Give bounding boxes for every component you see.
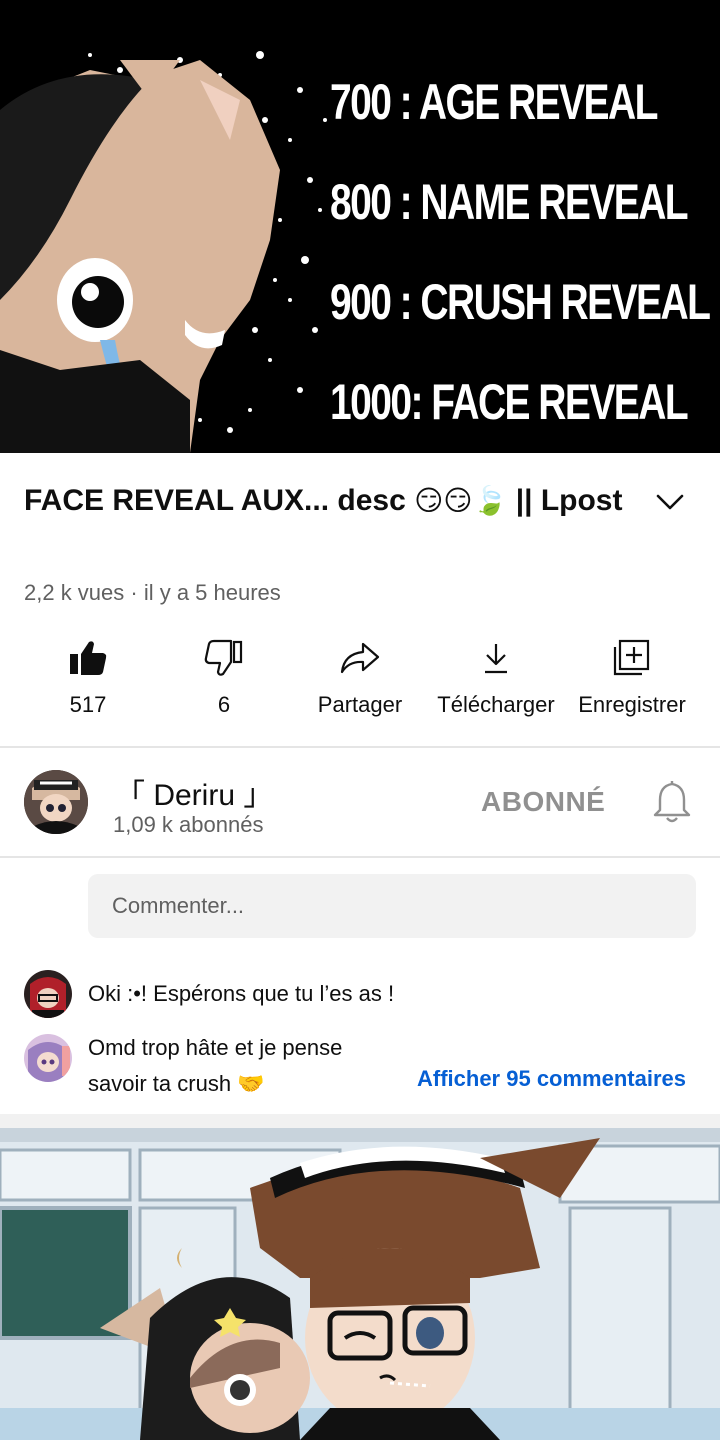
like-count: 517: [69, 692, 107, 717]
expand-description-button[interactable]: [650, 484, 690, 520]
download-label: Télécharger: [437, 692, 555, 717]
commenter-avatar-art: [24, 970, 72, 1018]
comment-placeholder: Commenter...: [112, 893, 245, 918]
video-meta: 2,2 k vues · il y a 5 heures: [24, 580, 281, 605]
video-player[interactable]: 700 : AGE REVEAL 800 : NAME REVEAL 900 :…: [0, 0, 720, 453]
reveal-goal-crush: 900 : CRUSH REVEAL: [330, 274, 711, 330]
video-title: FACE REVEAL AUX... desc 😏😏🍃 || Lpost: [24, 478, 644, 523]
share-arrow-icon: [340, 642, 380, 674]
video-title-area[interactable]: FACE REVEAL AUX... desc 😏😏🍃 || Lpost: [24, 478, 644, 523]
commenter-avatar: [24, 1034, 72, 1082]
commenter-avatar: [24, 970, 72, 1018]
comment-input[interactable]: Commenter...: [88, 874, 696, 938]
notification-bell-icon: [653, 781, 691, 823]
add-to-playlist-icon: [613, 639, 650, 676]
channel-avatar-art: [24, 770, 88, 834]
dislike-count: 6: [217, 692, 231, 717]
reveal-goal-name: 800 : NAME REVEAL: [330, 174, 689, 230]
channel-name[interactable]: 「 Deriru 」: [115, 770, 273, 814]
chevron-down-icon: [656, 494, 684, 510]
like-button[interactable]: 517: [18, 630, 158, 730]
video-title-text: FACE REVEAL AUX... desc: [24, 484, 415, 517]
reveal-goal-face: 1000: FACE REVEAL: [330, 374, 689, 430]
download-button[interactable]: Télécharger: [426, 630, 566, 730]
next-video-thumbnail[interactable]: [0, 1128, 720, 1440]
subscriber-count: 1,09 k abonnés: [113, 812, 264, 837]
video-title-emojis: 😏😏🍃: [414, 484, 508, 517]
comment-text: Oki :•! Espérons que tu l’es as !: [88, 981, 395, 1006]
reveal-goal-age: 700 : AGE REVEAL: [330, 74, 658, 130]
next-video-thumbnail-art: [0, 1128, 720, 1440]
reveal-goals-list: 700 : AGE REVEAL 800 : NAME REVEAL 900 :…: [330, 70, 711, 453]
dislike-button[interactable]: 6: [154, 630, 294, 730]
thumbs-down-icon: [204, 639, 243, 676]
download-icon: [485, 644, 507, 674]
show-comments-link[interactable]: Afficher 95 commentaires: [417, 1066, 686, 1092]
video-title-suffix: || Lpost: [507, 484, 623, 517]
share-button[interactable]: Partager: [290, 630, 430, 730]
share-label: Partager: [317, 692, 403, 717]
comment-text-line: Omd trop hâte et je pense: [88, 1035, 343, 1060]
channel-row[interactable]: 「 Deriru 」 1,09 k abonnés ABONNÉ: [0, 748, 720, 856]
save-button[interactable]: Enregistrer: [562, 630, 702, 730]
section-gap: [0, 1114, 720, 1128]
divider: [0, 856, 720, 858]
comment-text-line: savoir ta crush 🤝: [88, 1071, 265, 1096]
save-label: Enregistrer: [578, 692, 686, 717]
commenter-avatar-art: [24, 1034, 72, 1082]
thumbs-up-filled-icon: [70, 641, 107, 675]
comment-text: Omd trop hâte et je pense savoir ta crus…: [88, 1030, 342, 1102]
channel-avatar[interactable]: [24, 770, 88, 834]
notification-bell-button[interactable]: [652, 780, 692, 829]
subscribed-button[interactable]: ABONNÉ: [481, 786, 605, 818]
action-bar: 517 6 Partager Télécharger Enregistrer: [0, 630, 720, 730]
